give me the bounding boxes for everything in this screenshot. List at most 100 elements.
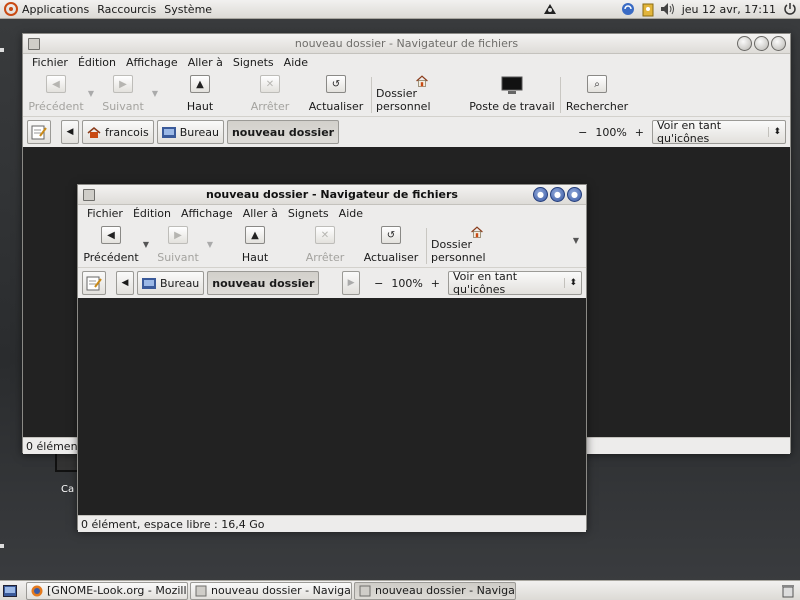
menu-file[interactable]: Fichier <box>82 207 128 220</box>
search-label: Rechercher <box>565 100 629 113</box>
path-button-current[interactable]: nouveau dossier <box>207 271 320 295</box>
computer-button[interactable]: Poste de travail <box>468 75 556 115</box>
back-history-dropdown[interactable]: ▼ <box>140 240 152 249</box>
maximize-button[interactable]: ● <box>550 187 565 202</box>
system-menu[interactable]: Système <box>160 0 216 19</box>
arrow-left-icon: ◀ <box>46 75 66 93</box>
zoom-out-button[interactable]: − <box>374 277 383 290</box>
forward-button[interactable]: ▶ Suivant <box>152 226 204 266</box>
menu-bookmarks[interactable]: Signets <box>228 56 279 69</box>
path-label: Bureau <box>160 276 200 290</box>
up-button[interactable]: ▲ Haut <box>224 226 286 266</box>
window-menu-icon[interactable] <box>28 37 40 50</box>
back-button[interactable]: ◀ Précédent <box>27 75 85 115</box>
menu-edit[interactable]: Édition <box>128 207 176 220</box>
path-scroll-right[interactable]: ▶ <box>342 271 361 295</box>
menu-view[interactable]: Affichage <box>121 56 183 69</box>
menu-bookmarks[interactable]: Signets <box>283 207 334 220</box>
taskbar-item-firefox[interactable]: [GNOME-Look.org - Mozill... <box>26 581 188 600</box>
task-label: nouveau dossier - Naviga... <box>375 584 516 597</box>
zoom-level[interactable]: 100% <box>595 126 626 139</box>
trash-button[interactable] <box>780 583 796 599</box>
applications-menu[interactable]: Applications <box>0 0 93 19</box>
close-button[interactable]: ● <box>567 187 582 202</box>
network-icon[interactable] <box>542 1 558 17</box>
up-button[interactable]: ▲ Haut <box>169 75 231 115</box>
path-scroll-left[interactable]: ◀ <box>61 120 79 144</box>
titlebar[interactable]: nouveau dossier - Navigateur de fichiers <box>23 34 790 54</box>
minimize-button[interactable] <box>737 36 752 51</box>
back-label: Précédent <box>83 251 139 264</box>
update-notifier-icon[interactable] <box>620 1 636 17</box>
zoom-control: − 100% + <box>578 126 644 139</box>
show-desktop-button[interactable] <box>2 583 18 599</box>
menu-go[interactable]: Aller à <box>238 207 283 220</box>
clock[interactable]: jeu 12 avr, 17:11 <box>678 0 780 19</box>
left-edge-marker <box>0 48 4 52</box>
view-mode-select[interactable]: Voir en tant qu'icônes ⬍ <box>652 119 786 145</box>
maximize-button[interactable] <box>754 36 769 51</box>
back-button[interactable]: ◀ Précédent <box>82 226 140 266</box>
firefox-icon <box>31 585 43 596</box>
computer-icon <box>501 76 523 94</box>
path-button-francois[interactable]: francois <box>82 120 154 144</box>
reload-icon: ↺ <box>326 75 346 93</box>
search-button[interactable]: ⌕ Rechercher <box>565 75 629 115</box>
up-label: Haut <box>186 100 214 113</box>
power-icon[interactable] <box>782 1 798 17</box>
taskbar-item-file-manager-active[interactable]: nouveau dossier - Naviga... <box>354 581 516 600</box>
home-button[interactable]: Dossier personnel <box>376 75 468 115</box>
forward-button[interactable]: ▶ Suivant <box>97 75 149 115</box>
status-text: 0 élément <box>26 439 82 453</box>
close-button[interactable] <box>771 36 786 51</box>
ubuntu-logo-icon <box>4 2 18 16</box>
menu-help[interactable]: Aide <box>279 56 313 69</box>
back-history-dropdown[interactable]: ▼ <box>85 89 97 98</box>
menu-file[interactable]: Fichier <box>27 56 73 69</box>
computer-icon <box>55 452 79 472</box>
volume-icon[interactable] <box>660 1 676 17</box>
reload-label: Actualiser <box>363 251 419 264</box>
menu-go[interactable]: Aller à <box>183 56 228 69</box>
file-manager-window-front[interactable]: nouveau dossier - Navigateur de fichiers… <box>77 184 587 532</box>
toolbar-overflow-dropdown[interactable]: ▼ <box>570 236 582 245</box>
stop-label: Arrêter <box>305 251 345 264</box>
menubar: Fichier Édition Affichage Aller à Signet… <box>23 54 790 71</box>
stop-button[interactable]: ✕ Arrêter <box>239 75 301 115</box>
path-label: Bureau <box>179 125 219 139</box>
window-title: nouveau dossier - Navigateur de fichiers <box>294 37 519 50</box>
titlebar[interactable]: nouveau dossier - Navigateur de fichiers… <box>78 185 586 205</box>
zoom-out-button[interactable]: − <box>578 126 587 139</box>
path-button-current[interactable]: nouveau dossier <box>226 120 340 144</box>
status-text: 0 élément, espace libre : 16,4 Go <box>81 517 265 531</box>
view-mode-select[interactable]: Voir en tant qu'icônes ⬍ <box>448 270 582 296</box>
zoom-in-button[interactable]: + <box>431 277 440 290</box>
home-label: Dossier personnel <box>431 238 486 264</box>
menu-view[interactable]: Affichage <box>176 207 238 220</box>
left-edge-marker <box>0 544 4 548</box>
menu-help[interactable]: Aide <box>334 207 368 220</box>
path-scroll-left[interactable]: ◀ <box>116 271 134 295</box>
user-status-icon[interactable] <box>640 1 656 17</box>
zoom-in-button[interactable]: + <box>635 126 644 139</box>
stop-button[interactable]: ✕ Arrêter <box>294 226 356 266</box>
toolbar: ◀ Précédent ▼ ▶ Suivant ▼ ▲ Haut ✕ Arrêt… <box>23 71 790 117</box>
reload-button[interactable]: ↺ Actualiser <box>305 75 367 115</box>
toggle-location-button[interactable] <box>82 271 106 295</box>
forward-history-dropdown[interactable]: ▼ <box>204 240 216 249</box>
places-menu[interactable]: Raccourcis <box>93 0 160 19</box>
taskbar-item-file-manager[interactable]: nouveau dossier - Naviga... <box>190 581 352 600</box>
menu-edit[interactable]: Édition <box>73 56 121 69</box>
minimize-button[interactable]: ● <box>533 187 548 202</box>
toggle-location-button[interactable] <box>27 120 51 144</box>
arrow-left-icon: ◀ <box>101 226 121 244</box>
path-button-bureau[interactable]: Bureau <box>156 120 224 144</box>
forward-history-dropdown[interactable]: ▼ <box>149 89 161 98</box>
home-button[interactable]: Dossier personnel <box>431 226 523 266</box>
file-view-area[interactable] <box>78 298 586 515</box>
zoom-level[interactable]: 100% <box>391 277 422 290</box>
reload-button[interactable]: ↺ Actualiser <box>360 226 422 266</box>
path-button-bureau[interactable]: Bureau <box>137 271 205 295</box>
path-label: francois <box>105 125 149 139</box>
window-menu-icon[interactable] <box>83 188 95 201</box>
